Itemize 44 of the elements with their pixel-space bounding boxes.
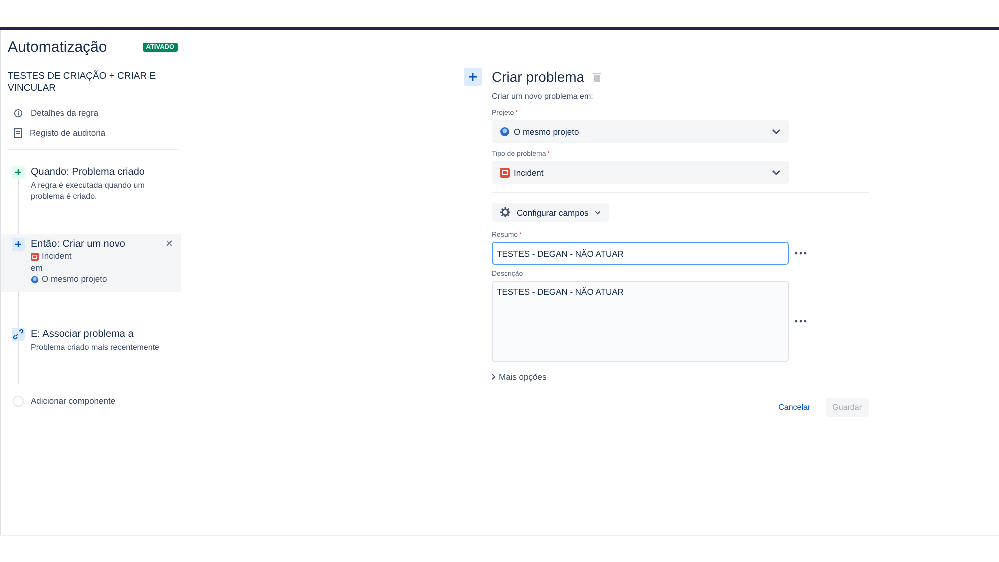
document-icon <box>14 128 22 138</box>
incident-icon <box>500 168 510 178</box>
step-title: Adicionar componente <box>31 394 116 408</box>
select-field[interactable]: O mesmo projeto <box>492 120 789 143</box>
plus-icon <box>12 166 25 179</box>
panel-title: Criar problema <box>492 69 585 85</box>
plus-icon <box>12 238 25 251</box>
plus-icon <box>464 68 482 86</box>
project-label: O mesmo projeto <box>31 274 175 286</box>
step-description: Problema criado mais recentemente <box>31 342 161 352</box>
gear-icon <box>500 207 511 218</box>
page-title: Automatização <box>8 39 108 56</box>
intro-text: Criar um novo problema em: <box>492 92 594 101</box>
configure-fields-button[interactable]: Configurar campos <box>492 203 609 222</box>
step-description: A regra é executada quando um problema é criado. <box>31 180 146 202</box>
link-icon <box>12 328 25 340</box>
chevron-down-icon <box>594 210 601 214</box>
sidebar-item[interactable]: Detalhes da regra <box>14 103 181 123</box>
sidebar-item[interactable]: Registo de auditoria <box>14 123 181 143</box>
project-icon <box>31 276 39 284</box>
more-icon[interactable] <box>795 320 807 323</box>
rule-step[interactable]: E: Associar problema a Problema criado mais recentemente <box>1 324 181 356</box>
rule-step[interactable]: Quando: Problema criado A regra é executada quando um problema é criado. <box>1 162 181 206</box>
step-title: E: Associar problema a <box>31 328 134 340</box>
select-field[interactable]: Incident <box>492 161 789 184</box>
summary-field[interactable]: TESTES - DEGAN - NÃO ATUAR <box>492 242 789 265</box>
more-icon[interactable] <box>795 252 807 255</box>
description-field[interactable]: TESTES - DEGAN - NÃO ATUAR <box>492 281 789 362</box>
chevron-right-icon <box>492 374 496 380</box>
step-title: Quando: Problema criado <box>31 166 145 179</box>
close-icon[interactable] <box>166 240 173 247</box>
chevron-down-icon <box>772 128 781 134</box>
rule-name: TESTES DE CRIAÇÃO + CRIAR E VINCULAR <box>7 70 158 95</box>
rule-step[interactable]: Adicionar componente <box>1 390 181 412</box>
step-text: em <box>31 262 44 274</box>
more-options-toggle[interactable]: Mais opções <box>492 372 547 382</box>
issue-type-label: Incident <box>31 251 175 262</box>
incident-icon <box>31 252 39 261</box>
rule-step[interactable]: Então: Criar um novo Incident em O mesmo projeto <box>1 234 181 292</box>
chevron-down-icon <box>772 170 781 176</box>
project-icon <box>500 126 510 136</box>
info-icon <box>14 108 23 118</box>
cancel-button[interactable]: Cancelar <box>772 398 818 417</box>
step-title: Então: Criar um novo <box>31 238 126 251</box>
